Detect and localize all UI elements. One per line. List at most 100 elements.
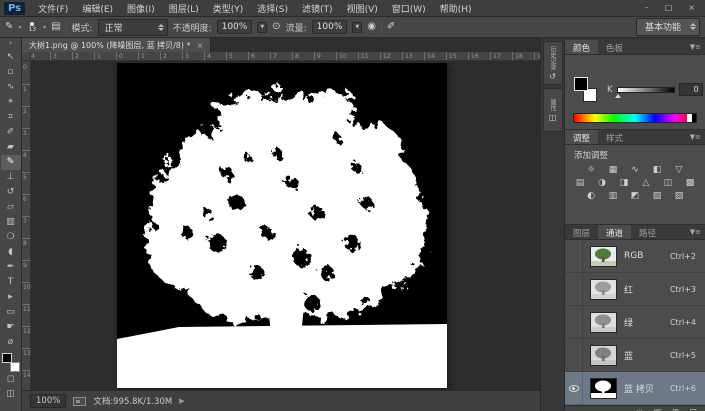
- tool-preset-caret-icon[interactable]: ▾: [18, 24, 21, 31]
- foreground-color-swatch[interactable]: [574, 77, 588, 91]
- pasteboard[interactable]: [31, 61, 540, 390]
- menu-item[interactable]: 文件(F): [31, 5, 75, 15]
- adjustment-posterize-icon[interactable]: ▥: [607, 190, 620, 202]
- zoom-level-field[interactable]: 100%: [30, 394, 66, 408]
- canvas[interactable]: [117, 63, 447, 388]
- visibility-toggle[interactable]: [565, 372, 583, 404]
- visibility-toggle[interactable]: [565, 273, 583, 305]
- channel-row-red[interactable]: 红Ctrl+3: [565, 273, 705, 306]
- adjustment-channel-mixer-icon[interactable]: ◫: [662, 177, 675, 189]
- tool-history-brush-icon[interactable]: ↺: [1, 185, 21, 200]
- brush-preset-picker[interactable]: 13: [26, 21, 38, 33]
- workspace-switcher[interactable]: 基本功能: [636, 18, 700, 36]
- adjustment-photo-filter-icon[interactable]: △: [640, 177, 653, 189]
- spectrum-black-swatch[interactable]: [692, 114, 696, 122]
- screen-mode-button[interactable]: ◫: [1, 387, 21, 402]
- tool-eyedropper-icon[interactable]: ✐: [1, 125, 21, 140]
- k-slider[interactable]: [617, 87, 675, 93]
- pressure-size-icon[interactable]: ✐: [387, 22, 395, 32]
- close-button[interactable]: ×: [688, 4, 695, 12]
- minimize-button[interactable]: –: [645, 4, 649, 12]
- menu-item[interactable]: 选择(S): [250, 5, 295, 15]
- color-swatches[interactable]: [2, 353, 20, 372]
- menu-item[interactable]: 窗口(W): [385, 5, 433, 15]
- adjustment-vibrance-icon[interactable]: ▽: [673, 164, 686, 176]
- adjustment-curves-icon[interactable]: ∿: [629, 164, 642, 176]
- panel-menu-icon[interactable]: ▼≡: [690, 134, 701, 141]
- adjustment-threshold-icon[interactable]: ◩: [629, 190, 642, 202]
- adjustment-invert-icon[interactable]: ◐: [585, 190, 598, 202]
- menu-item[interactable]: 帮助(H): [433, 5, 479, 15]
- tool-marquee-icon[interactable]: ▫: [1, 65, 21, 80]
- adjustment-color-balance-icon[interactable]: ◑: [596, 177, 609, 189]
- visibility-toggle[interactable]: [565, 339, 583, 371]
- tool-shape-icon[interactable]: ▭: [1, 305, 21, 320]
- tool-quick-selection-icon[interactable]: ⌖: [1, 95, 21, 110]
- document-tab[interactable]: 大树1.png @ 100% (降噪图层, 蓝 拷贝/8) * ×: [22, 38, 211, 52]
- maximize-button[interactable]: □: [665, 4, 673, 12]
- color-spectrum-ramp[interactable]: [573, 113, 697, 123]
- tab-adjustments[interactable]: 调整: [565, 130, 598, 144]
- flow-dropdown-icon[interactable]: ▼: [352, 22, 362, 33]
- opacity-value[interactable]: 100%: [217, 20, 253, 34]
- tool-dodge-icon[interactable]: ◖: [1, 245, 21, 260]
- channel-row-blue-copy[interactable]: 蓝 拷贝Ctrl+6: [565, 372, 705, 405]
- visibility-toggle[interactable]: [565, 240, 583, 272]
- tool-clone-stamp-icon[interactable]: ⊥: [1, 170, 21, 185]
- ruler-corner[interactable]: [22, 52, 31, 61]
- brush-tool-icon[interactable]: ✎: [5, 22, 13, 32]
- visibility-toggle[interactable]: [565, 306, 583, 338]
- menu-item[interactable]: 编辑(E): [75, 5, 120, 15]
- quick-mask-button[interactable]: ◻: [1, 372, 21, 387]
- status-options-arrow-icon[interactable]: ▶: [179, 397, 184, 405]
- background-color-swatch[interactable]: [10, 362, 20, 372]
- adjustment-hue-saturation-icon[interactable]: ▤: [574, 177, 587, 189]
- vertical-ruler[interactable]: 01234567891011121314: [22, 61, 31, 390]
- brush-preset-caret-icon[interactable]: ▾: [43, 24, 46, 31]
- tool-lasso-icon[interactable]: ∿: [1, 80, 21, 95]
- adjustment-black-white-icon[interactable]: ◨: [618, 177, 631, 189]
- tab-paths[interactable]: 路径: [631, 225, 664, 239]
- toolbar-collapse-icon[interactable]: »: [8, 39, 12, 50]
- blend-mode-select[interactable]: 正常: [98, 19, 168, 36]
- k-slider-thumb[interactable]: [615, 94, 621, 98]
- adjustment-brightness-contrast-icon[interactable]: ☼: [585, 164, 598, 176]
- adjustment-gradient-map-icon[interactable]: ▧: [651, 190, 664, 202]
- toggle-brush-panel-icon[interactable]: ▤: [51, 22, 60, 32]
- close-tab-icon[interactable]: ×: [197, 41, 204, 50]
- menu-item[interactable]: 图层(L): [162, 5, 206, 15]
- tab-channels[interactable]: 通道: [598, 225, 631, 239]
- menu-item[interactable]: 图像(I): [120, 5, 162, 15]
- tool-eraser-icon[interactable]: ▱: [1, 200, 21, 215]
- panel-menu-icon[interactable]: ▼≡: [690, 229, 701, 236]
- tool-gradient-icon[interactable]: ▥: [1, 215, 21, 230]
- k-value-field[interactable]: 0: [679, 83, 703, 96]
- menu-item[interactable]: 滤镜(T): [295, 5, 340, 15]
- dock-panel-properties[interactable]: 属性◫: [543, 88, 563, 132]
- tool-brush-icon[interactable]: ✎: [1, 155, 21, 170]
- color-panel-swatches[interactable]: [574, 77, 598, 103]
- menu-item[interactable]: 类型(Y): [206, 5, 251, 15]
- tool-type-icon[interactable]: T: [1, 275, 21, 290]
- tool-path-selection-icon[interactable]: ▸: [1, 290, 21, 305]
- horizontal-ruler[interactable]: 4321012345678910111213141516171819: [31, 52, 540, 61]
- tool-move-icon[interactable]: ↖: [1, 50, 21, 65]
- menu-item[interactable]: 视图(V): [340, 5, 385, 15]
- flow-value[interactable]: 100%: [312, 20, 348, 34]
- channel-row-rgb[interactable]: RGBCtrl+2: [565, 240, 705, 273]
- tool-hand-icon[interactable]: ☛: [1, 320, 21, 335]
- tab-color[interactable]: 颜色: [565, 40, 598, 54]
- adjustment-exposure-icon[interactable]: ◧: [651, 164, 664, 176]
- foreground-color-swatch[interactable]: [2, 353, 12, 363]
- adjustment-levels-icon[interactable]: ▦: [607, 164, 620, 176]
- airbrush-icon[interactable]: ◉: [367, 22, 376, 32]
- tool-blur-icon[interactable]: ❍: [1, 230, 21, 245]
- adjustment-color-lookup-icon[interactable]: ▩: [684, 177, 697, 189]
- channel-row-green[interactable]: 绿Ctrl+4: [565, 306, 705, 339]
- pressure-opacity-icon[interactable]: ⊙: [272, 22, 280, 32]
- adjustment-selective-color-icon[interactable]: ▨: [673, 190, 686, 202]
- opacity-dropdown-icon[interactable]: ▼: [257, 22, 267, 33]
- tab-styles[interactable]: 样式: [598, 130, 631, 144]
- tool-healing-brush-icon[interactable]: ▰: [1, 140, 21, 155]
- tab-layers[interactable]: 图层: [565, 225, 598, 239]
